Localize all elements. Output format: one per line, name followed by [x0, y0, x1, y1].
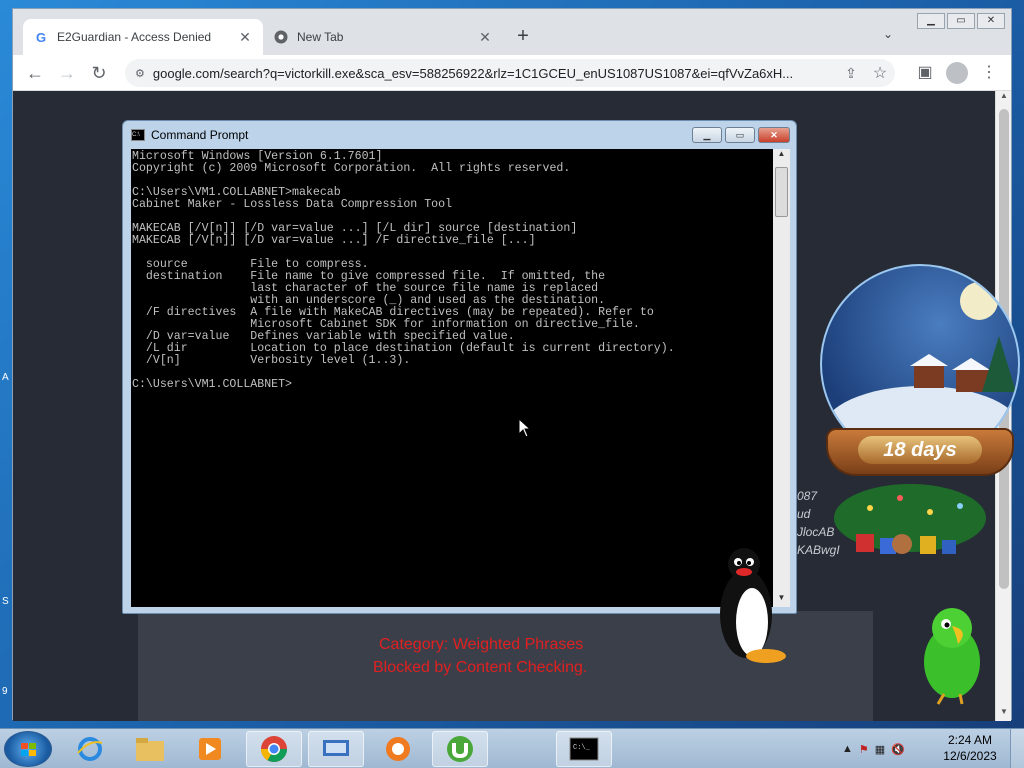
tab-new-tab[interactable]: New Tab ✕ — [263, 19, 503, 55]
google-g-icon: G — [35, 29, 47, 45]
countdown-label: 18 days — [858, 436, 982, 464]
browser-toolbar: ← → ↻ ⚙ google.com/search?q=victorkill.e… — [13, 55, 1011, 91]
penguin-mascot-icon[interactable] — [716, 544, 788, 669]
close-tab-icon[interactable]: ✕ — [477, 29, 493, 46]
system-tray: ▲ ⚑ ▦ 🔇 — [842, 729, 905, 768]
console-line: Cabinet Maker - Lossless Data Compressio… — [132, 198, 453, 211]
cmd-scrollbar[interactable]: ▲ ▼ — [773, 149, 790, 607]
cmd-titlebar[interactable]: C:\ Command Prompt — [131, 128, 248, 142]
console-line: Copyright (c) 2009 Microsoft Corporation… — [132, 162, 571, 175]
desktop-icon-fragment[interactable]: S — [2, 596, 9, 607]
file-explorer-icon[interactable] — [122, 731, 178, 767]
blocked-category: Category: Weighted Phrases — [379, 636, 584, 653]
desktop-icon-fragment[interactable]: 9 — [2, 686, 8, 697]
tab-title: E2Guardian - Access Denied — [57, 30, 212, 44]
scroll-thumb[interactable] — [775, 167, 788, 217]
clock-date: 12/6/2023 — [943, 749, 997, 763]
chrome-taskbar-icon[interactable] — [246, 731, 302, 767]
desktop-icon-fragment[interactable]: A — [2, 372, 9, 383]
url-text[interactable]: google.com/search?q=victorkill.exe&sca_e… — [153, 66, 837, 81]
reload-icon[interactable]: ↻ — [87, 61, 111, 85]
address-bar[interactable]: ⚙ google.com/search?q=victorkill.exe&sca… — [125, 59, 895, 87]
tab-search-chevron-icon[interactable]: ⌄ — [883, 27, 893, 41]
house-icon — [910, 354, 948, 388]
clock-time: 2:24 AM — [947, 733, 993, 747]
moon-icon — [960, 282, 998, 320]
close-tab-icon[interactable]: ✕ — [237, 29, 253, 46]
start-button[interactable] — [4, 731, 52, 767]
tab-strip: G E2Guardian - Access Denied ✕ New Tab ✕… — [13, 9, 1011, 55]
scroll-up-arrow-icon[interactable]: ▲ — [996, 91, 1012, 105]
cmd-title: Command Prompt — [151, 128, 249, 142]
command-prompt-window[interactable]: C:\ Command Prompt ▁ ▭ ✕ Microsoft Windo… — [122, 120, 797, 614]
internet-explorer-icon[interactable] — [62, 731, 118, 767]
close-window-button[interactable]: ✕ — [977, 13, 1005, 29]
console-line: /V[n] Verbosity level (1..3). — [132, 354, 411, 367]
blocked-reason: Blocked by Content Checking. — [373, 659, 588, 676]
media-player-icon[interactable] — [182, 731, 238, 767]
show-desktop-button[interactable] — [1010, 729, 1024, 768]
volume-muted-icon[interactable]: 🔇 — [891, 743, 905, 756]
windows-logo-icon — [21, 743, 36, 756]
side-panel-icon[interactable]: ▣ — [913, 61, 937, 85]
avast-icon[interactable] — [370, 731, 426, 767]
christmas-tree-icon — [834, 484, 986, 554]
pine-tree-icon — [982, 336, 1016, 392]
system-clock[interactable]: 2:24 AM 12/6/2023 — [940, 732, 1000, 764]
cmd-minimize-button[interactable]: ▁ — [692, 127, 722, 143]
cmd-icon: C:\ — [131, 129, 145, 141]
parrot-mascot-icon[interactable] — [912, 604, 992, 710]
profile-avatar-icon[interactable] — [945, 61, 969, 92]
maximize-button[interactable]: ▭ — [947, 13, 975, 29]
menu-kebab-icon[interactable]: ⋮ — [977, 61, 1001, 85]
console-line: MAKECAB [/V[n]] [/D var=value ...] /F di… — [132, 234, 536, 247]
back-arrow-icon[interactable]: ← — [23, 61, 47, 85]
bookmark-star-icon[interactable]: ☆ — [865, 63, 895, 83]
console-line: C:\Users\VM1.COLLABNET> — [132, 378, 293, 391]
window-controls: ▁ ▭ ✕ — [917, 13, 1005, 29]
console-output[interactable]: Microsoft Windows [Version 6.1.7601] Copy… — [131, 149, 773, 607]
action-center-flag-icon[interactable]: ⚑ — [859, 743, 869, 756]
block-message: Category: Weighted Phrases Blocked by Co… — [373, 633, 693, 679]
cmd-maximize-button[interactable]: ▭ — [725, 127, 755, 143]
cmd-window-controls: ▁ ▭ ✕ — [692, 127, 790, 143]
share-icon[interactable]: ⇪ — [837, 65, 865, 82]
cmd-taskbar-icon[interactable]: C:\_ — [556, 731, 612, 767]
scroll-up-arrow-icon[interactable]: ▲ — [773, 149, 790, 163]
tab-title: New Tab — [297, 30, 344, 44]
windows-taskbar: C:\_ ▲ ⚑ ▦ 🔇 2:24 AM 12/6/2023 — [0, 728, 1024, 768]
mouse-cursor-icon — [518, 418, 532, 438]
minimize-button[interactable]: ▁ — [917, 13, 945, 29]
tab-access-denied[interactable]: G E2Guardian - Access Denied ✕ — [23, 19, 263, 55]
new-tab-button[interactable]: + — [511, 25, 535, 49]
utorrent-icon[interactable] — [432, 731, 488, 767]
tune-icon[interactable]: ⚙ — [135, 67, 145, 80]
network-icon[interactable]: ▦ — [875, 743, 885, 756]
keyboard-app-icon[interactable] — [308, 731, 364, 767]
forward-arrow-icon[interactable]: → — [55, 61, 79, 85]
cmd-close-button[interactable]: ✕ — [758, 127, 790, 143]
chrome-icon — [273, 29, 289, 45]
svg-text:C:\_: C:\_ — [573, 744, 591, 752]
scroll-down-arrow-icon[interactable]: ▼ — [996, 707, 1012, 721]
show-hidden-icons-icon[interactable]: ▲ — [842, 743, 853, 755]
